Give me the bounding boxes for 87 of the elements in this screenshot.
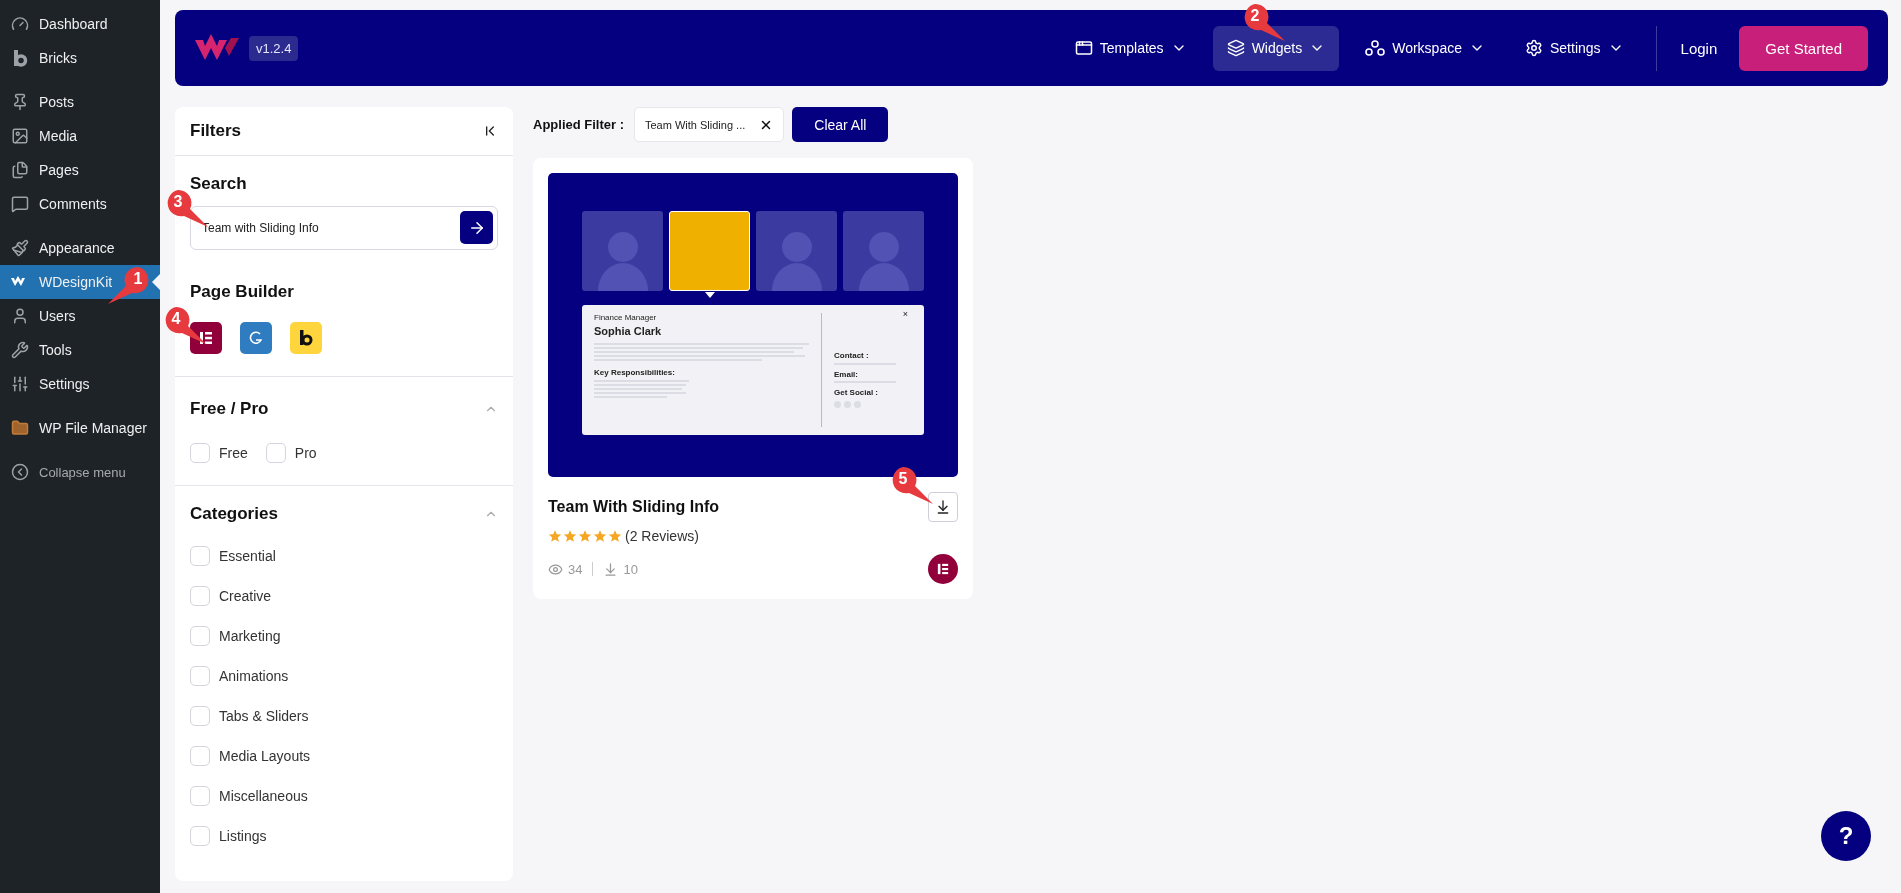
version-badge: v1.2.4 bbox=[249, 35, 299, 61]
option-label: Free bbox=[219, 445, 248, 461]
option-label: Tabs & Sliders bbox=[219, 708, 309, 724]
eye-icon bbox=[548, 561, 563, 577]
bricks-icon[interactable] bbox=[290, 322, 322, 354]
star-icon bbox=[608, 529, 622, 543]
checkbox[interactable] bbox=[190, 626, 210, 646]
downloads-count: 10 bbox=[623, 561, 638, 577]
admin-menu-item[interactable]: Settings bbox=[0, 367, 160, 401]
social-label: Get Social : bbox=[834, 388, 879, 398]
reviews-count: (2 Reviews) bbox=[625, 528, 699, 544]
wrench-icon bbox=[10, 340, 30, 360]
download-button[interactable] bbox=[928, 492, 958, 522]
template-icon bbox=[1074, 39, 1093, 57]
paintbrush-icon bbox=[10, 238, 30, 258]
admin-menu-item[interactable]: Tools bbox=[0, 333, 160, 367]
option-label: Marketing bbox=[219, 628, 281, 644]
download-icon bbox=[935, 499, 951, 515]
collapse-icon bbox=[10, 462, 30, 482]
pointer-icon bbox=[705, 292, 715, 298]
admin-menu-item[interactable]: Media bbox=[0, 119, 160, 153]
checkbox[interactable] bbox=[265, 443, 286, 463]
pages-icon bbox=[10, 160, 30, 180]
applied-filter-label: Applied Filter : bbox=[533, 117, 624, 132]
checkbox[interactable] bbox=[190, 546, 210, 566]
section-heading: Page Builder bbox=[190, 282, 295, 302]
checkbox[interactable] bbox=[190, 786, 210, 806]
checkbox[interactable] bbox=[190, 443, 210, 463]
responsibilities-heading: Key Responsibilities: bbox=[594, 367, 676, 378]
checkbox[interactable] bbox=[190, 666, 210, 686]
admin-menu-item[interactable]: Pages bbox=[0, 153, 160, 187]
chip-label: Team With Sliding ... bbox=[645, 118, 746, 131]
admin-menu-item[interactable]: Dashboard bbox=[0, 7, 160, 41]
admin-menu-item[interactable]: Comments bbox=[0, 187, 160, 221]
star-icon bbox=[578, 529, 592, 543]
clear-all-button[interactable]: Clear All bbox=[792, 107, 889, 142]
admin-menu-item[interactable]: Bricks bbox=[0, 41, 160, 75]
nav-menu-item[interactable]: Workspace bbox=[1351, 25, 1499, 71]
star-icon bbox=[593, 529, 607, 543]
card-title: Team With Sliding Info bbox=[548, 498, 720, 516]
checkbox[interactable] bbox=[190, 706, 210, 726]
close-icon: × bbox=[902, 309, 908, 320]
option-label: Pro bbox=[294, 445, 317, 461]
person-name: Sophia Clark bbox=[594, 324, 663, 338]
email-label: Email: bbox=[834, 369, 859, 380]
settings-icon bbox=[1525, 39, 1543, 57]
elementor-icon[interactable] bbox=[190, 322, 222, 354]
admin-menu-item[interactable]: Appearance bbox=[0, 231, 160, 265]
collapse-menu-link[interactable]: Collapse menu bbox=[0, 455, 160, 489]
nav-menu-item[interactable]: Settings bbox=[1511, 25, 1638, 71]
circles-icon bbox=[1365, 39, 1386, 57]
checkbox[interactable] bbox=[190, 586, 210, 606]
option-label: Creative bbox=[219, 588, 272, 604]
option-label: Miscellaneous bbox=[219, 788, 308, 804]
search-field[interactable]: Team with Sliding Info bbox=[190, 206, 498, 250]
media-icon bbox=[10, 126, 30, 146]
checkbox[interactable] bbox=[190, 746, 210, 766]
option-label: Media Layouts bbox=[219, 748, 311, 764]
folder-icon bbox=[10, 418, 30, 438]
admin-menu-item[interactable]: Posts bbox=[0, 85, 160, 119]
contact-label: Contact : bbox=[834, 351, 870, 361]
gutenberg-icon[interactable] bbox=[240, 322, 272, 354]
comment-icon bbox=[10, 194, 30, 214]
layers-icon bbox=[1226, 39, 1245, 57]
views-count: 34 bbox=[568, 561, 583, 577]
sliders-icon bbox=[10, 374, 30, 394]
section-heading: Categories bbox=[190, 504, 278, 524]
admin-menu-item[interactable]: Users bbox=[0, 299, 160, 333]
get-started-button[interactable]: Get Started bbox=[1739, 25, 1868, 71]
role-text: Finance Manager bbox=[594, 313, 658, 323]
elementor-icon bbox=[928, 554, 958, 584]
nav-menu-item[interactable]: Templates bbox=[1060, 25, 1201, 71]
star-icon bbox=[563, 529, 577, 543]
nav-menu-item[interactable]: Widgets bbox=[1212, 25, 1340, 71]
login-link[interactable]: Login bbox=[1680, 39, 1718, 57]
section-heading: Search bbox=[190, 174, 248, 194]
option-label: Listings bbox=[219, 828, 267, 844]
option-label: Animations bbox=[219, 668, 289, 684]
admin-menu-item[interactable]: WP File Manager bbox=[0, 411, 160, 445]
checkbox[interactable] bbox=[190, 826, 210, 846]
panel-title: Filters bbox=[190, 121, 242, 141]
section-heading: Free / Pro bbox=[190, 399, 269, 419]
search-submit-button[interactable] bbox=[460, 211, 493, 244]
option-label: Essential bbox=[219, 548, 276, 564]
star-icon bbox=[548, 529, 562, 543]
logo-icon bbox=[195, 34, 239, 62]
help-button[interactable]: ? bbox=[1821, 811, 1871, 861]
